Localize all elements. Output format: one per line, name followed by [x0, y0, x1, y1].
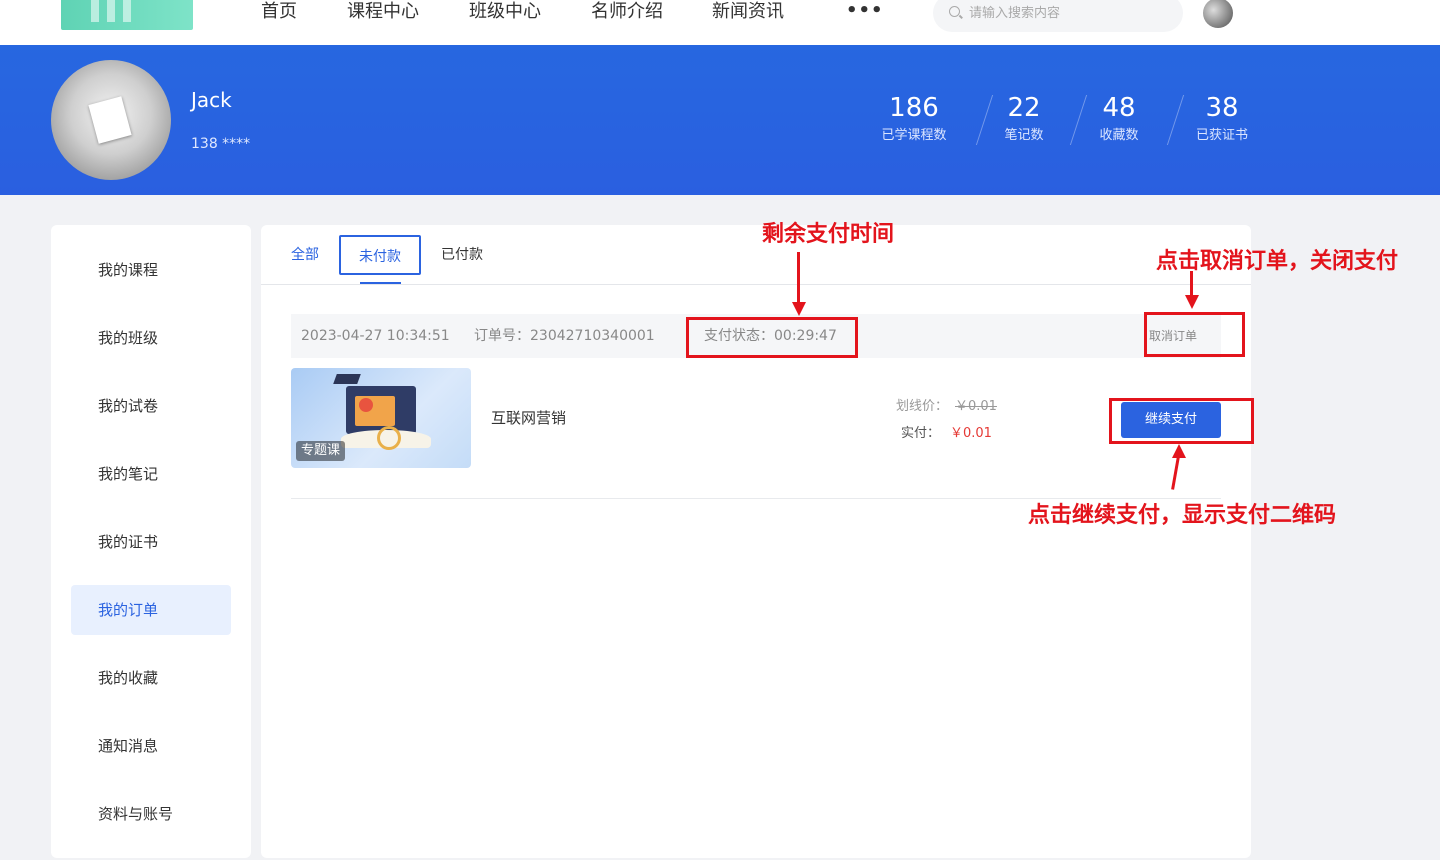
top-navbar: 首页 课程中心 班级中心 名师介绍 新闻资讯 •••	[0, 0, 1440, 45]
annotation-pay-hint: 点击继续支付，显示支付二维码	[1028, 502, 1337, 528]
sidebar-item-my-certificates[interactable]: 我的证书	[71, 517, 231, 567]
stat-value: 186	[889, 93, 939, 123]
user-avatar-small[interactable]	[1203, 0, 1233, 28]
user-name: Jack	[191, 88, 232, 112]
sidebar-item-my-classes[interactable]: 我的班级	[71, 313, 231, 363]
annotation-box-pay	[1109, 398, 1254, 444]
course-type-badge: 专题课	[296, 441, 346, 461]
stat-label: 已学课程数	[881, 128, 947, 143]
annotation-box-cancel	[1144, 312, 1245, 357]
paid-price: ￥0.01	[950, 426, 992, 441]
original-price: ￥0.01	[955, 399, 997, 414]
sidebar-item-my-orders[interactable]: 我的订单	[71, 585, 231, 635]
tab-divider	[261, 284, 1251, 285]
nav-class-center[interactable]: 班级中心	[469, 0, 541, 24]
sidebar-menu: 我的课程 我的班级 我的试卷 我的笔记 我的证书 我的订单 我的收藏 通知消息 …	[51, 225, 251, 858]
stat-notes[interactable]: 22 笔记数	[974, 93, 1074, 146]
nav-news[interactable]: 新闻资讯	[712, 0, 784, 24]
paid-price-label: 实付：	[901, 426, 941, 441]
annotation-remaining-time: 剩余支付时间	[762, 221, 895, 247]
sidebar-item-my-courses[interactable]: 我的课程	[71, 245, 231, 295]
stat-certificates[interactable]: 38 已获证书	[1172, 93, 1272, 146]
stat-value: 38	[1205, 93, 1239, 123]
search-icon[interactable]	[949, 6, 960, 17]
play-icon	[359, 398, 373, 412]
annotation-arrow-head	[792, 302, 806, 316]
stat-label: 笔记数	[1004, 128, 1044, 143]
annotation-box-countdown	[686, 317, 858, 358]
order-number: 订单号：23042710340001	[474, 328, 655, 344]
original-price-label: 划线价：	[896, 399, 949, 414]
site-logo[interactable]	[61, 0, 193, 30]
nav-home[interactable]: 首页	[261, 0, 297, 24]
nav-teachers[interactable]: 名师介绍	[591, 0, 663, 24]
stat-favorites[interactable]: 48 收藏数	[1069, 93, 1169, 146]
stat-courses[interactable]: 186 已学课程数	[864, 93, 964, 146]
nav-course-center[interactable]: 课程中心	[347, 0, 419, 24]
course-thumbnail[interactable]: 专题课	[291, 368, 471, 468]
profile-banner: Jack 138 **** 186 已学课程数 22 笔记数 48 收藏数 38…	[0, 45, 1440, 195]
search-box	[933, 0, 1183, 32]
search-input[interactable]	[969, 2, 1169, 24]
user-phone: 138 ****	[191, 136, 251, 152]
annotation-arrow	[1190, 271, 1193, 296]
stat-label: 收藏数	[1099, 128, 1139, 143]
tab-unpaid[interactable]: 未付款	[339, 235, 421, 275]
annotation-arrow	[797, 252, 800, 302]
annotation-arrow-head	[1185, 295, 1199, 309]
sidebar-item-my-notes[interactable]: 我的笔记	[71, 449, 231, 499]
tab-paid[interactable]: 已付款	[441, 235, 483, 275]
stat-value: 48	[1102, 93, 1136, 123]
stat-label: 已获证书	[1195, 128, 1248, 143]
tab-all[interactable]: 全部	[291, 235, 319, 275]
more-icon[interactable]: •••	[846, 0, 884, 22]
sidebar-item-my-favorites[interactable]: 我的收藏	[71, 653, 231, 703]
sidebar-item-my-exams[interactable]: 我的试卷	[71, 381, 231, 431]
user-avatar[interactable]	[51, 60, 171, 180]
sidebar-item-notifications[interactable]: 通知消息	[71, 721, 231, 771]
order-time: 2023-04-27 10:34:51	[301, 328, 450, 344]
stat-value: 22	[1007, 93, 1041, 123]
course-title[interactable]: 互联网营销	[491, 407, 566, 428]
sidebar-item-account[interactable]: 资料与账号	[71, 789, 231, 839]
